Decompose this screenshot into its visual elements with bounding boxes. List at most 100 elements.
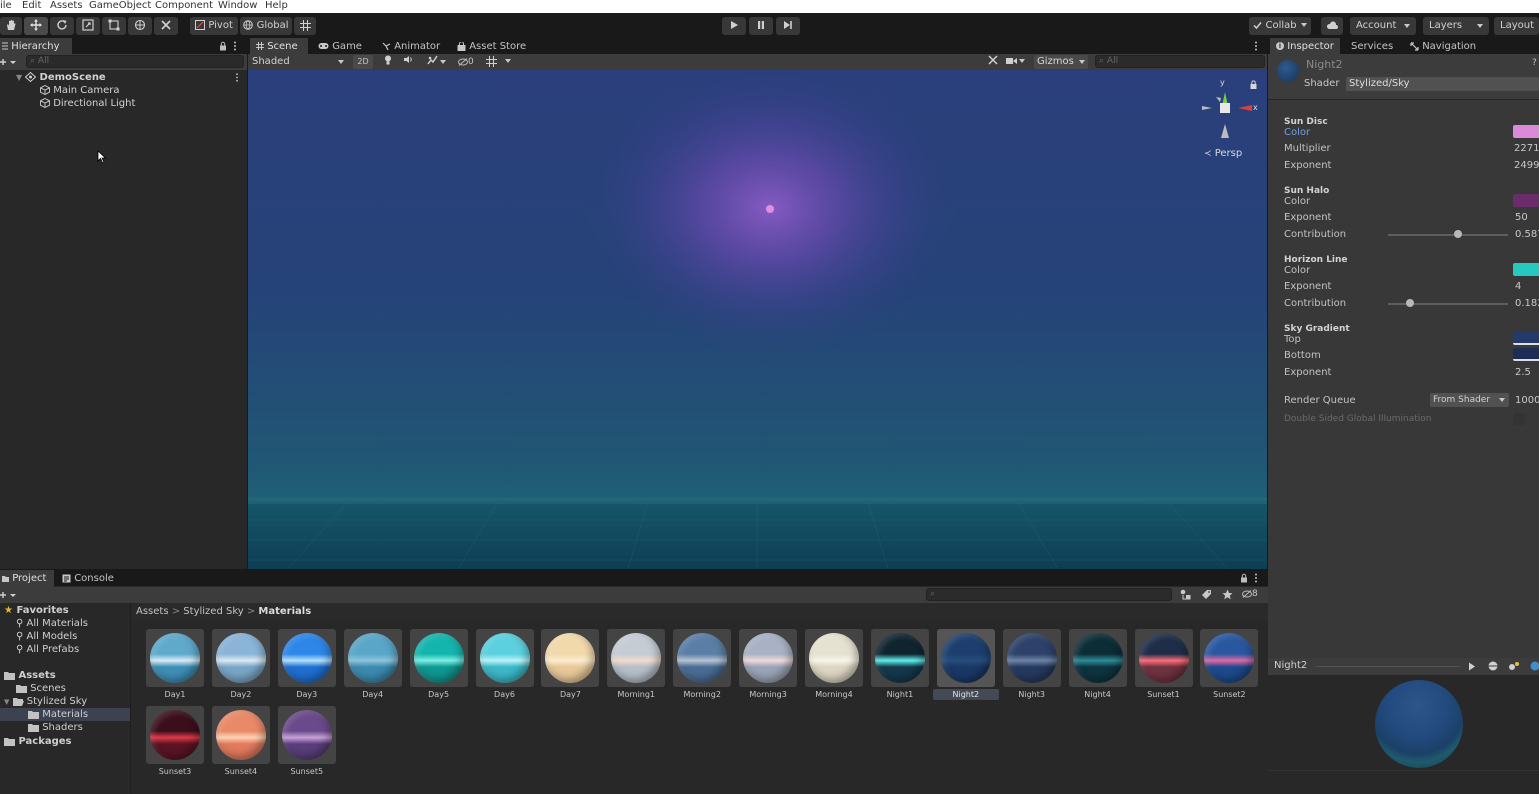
scene-menu-icon[interactable]	[235, 73, 239, 82]
snap-grid-button[interactable]	[294, 17, 316, 35]
collab-dropdown[interactable]: Collab	[1249, 17, 1311, 35]
sun-halo-contribution-slider[interactable]	[1388, 234, 1508, 236]
scale-tool-button[interactable]	[76, 17, 100, 35]
tab-animator[interactable]: Animator	[382, 38, 452, 55]
hidden-packages-toggle[interactable]: 8	[1242, 589, 1258, 599]
scene-row[interactable]: ▼ DemoScene	[16, 71, 106, 84]
sky-gradient-top-swatch[interactable]	[1513, 332, 1539, 345]
horizon-line-contribution-knob[interactable]	[1405, 299, 1414, 307]
pause-button[interactable]	[749, 17, 773, 35]
add-dropdown-icon[interactable]	[0, 590, 16, 600]
tab-console[interactable]: Console	[62, 570, 122, 587]
tab-asset-store[interactable]: Asset Store	[457, 38, 537, 55]
camera-settings-dropdown[interactable]	[1006, 55, 1032, 69]
2d-toggle[interactable]: 2D	[353, 55, 373, 69]
move-tool-button[interactable]	[24, 17, 48, 35]
breadcrumb-materials[interactable]: Materials	[258, 606, 311, 617]
material-asset[interactable]: Sunset3	[142, 706, 208, 778]
material-asset[interactable]: Morning1	[603, 629, 669, 701]
expand-arrow-icon[interactable]: ▼	[16, 73, 22, 82]
material-asset[interactable]: Night1	[867, 629, 933, 701]
effects-dropdown[interactable]	[422, 55, 450, 69]
horizon-line-exponent-field[interactable]: 4	[1515, 280, 1521, 294]
packages-folder[interactable]: Packages	[4, 735, 72, 748]
material-asset[interactable]: Day1	[142, 629, 208, 701]
folder-shaders[interactable]: Shaders	[28, 721, 83, 734]
step-button[interactable]	[776, 17, 800, 35]
lock-icon[interactable]	[1250, 80, 1257, 89]
layers-dropdown[interactable]: Layers	[1423, 17, 1489, 35]
pivot-toggle[interactable]: Pivot	[190, 17, 238, 35]
hierarchy-search-input[interactable]: ⌕ All	[26, 55, 244, 68]
lock-icon[interactable]	[219, 41, 227, 51]
material-asset[interactable]: Night2	[932, 629, 999, 701]
material-asset[interactable]: Morning4	[801, 629, 867, 701]
favorites-header[interactable]: ★ Favorites	[4, 604, 69, 617]
light-settings-icon[interactable]	[1508, 661, 1520, 671]
preview-resize-handle[interactable]	[1316, 666, 1460, 667]
kebab-menu-icon[interactable]	[1254, 573, 1258, 583]
sun-halo-contribution-knob[interactable]	[1454, 230, 1463, 238]
lighting-toggle[interactable]	[379, 55, 397, 69]
tab-project[interactable]: Project	[0, 570, 54, 587]
menu-assets[interactable]: Assets	[50, 0, 83, 12]
sun-halo-contribution-field[interactable]: 0.587	[1515, 228, 1539, 242]
global-toggle[interactable]: Global	[240, 17, 292, 35]
layout-dropdown[interactable]: Layout	[1494, 17, 1539, 35]
rotate-tool-button[interactable]	[50, 17, 74, 35]
background-toggle-icon[interactable]	[1530, 661, 1539, 671]
material-asset[interactable]: Sunset2	[1196, 629, 1262, 701]
project-search-input[interactable]: ⌕	[926, 588, 1172, 601]
audio-toggle[interactable]	[400, 55, 418, 69]
kebab-menu-icon[interactable]	[1254, 41, 1258, 51]
sun-halo-color-swatch[interactable]	[1513, 194, 1539, 207]
play-button[interactable]	[722, 17, 746, 35]
menu-help[interactable]: Help	[265, 0, 288, 12]
menu-edit[interactable]: Edit	[22, 0, 41, 12]
material-asset[interactable]: Day7	[537, 629, 603, 701]
hand-tool-button[interactable]	[0, 17, 22, 35]
perspective-label[interactable]: ≺ Persp	[1204, 148, 1242, 159]
double-sided-gi-checkbox[interactable]	[1513, 413, 1525, 425]
expand-arrow-icon[interactable]: ▼	[4, 698, 9, 706]
menu-window[interactable]: Window	[218, 0, 257, 12]
grid-visibility-dropdown[interactable]	[486, 55, 516, 69]
tab-navigation[interactable]: Navigation	[1410, 38, 1490, 55]
custom-tool-button[interactable]	[154, 17, 178, 35]
tab-scene[interactable]: Scene	[250, 38, 308, 55]
horizon-line-contribution-field[interactable]: 0.182	[1515, 297, 1539, 311]
help-icon[interactable]: ?	[1532, 58, 1538, 68]
scene-viewport[interactable]: y x ≺ Persp	[248, 70, 1267, 569]
shader-dropdown[interactable]: Stylized/Sky	[1346, 77, 1539, 91]
hierarchy-item-directional-light[interactable]: Directional Light	[40, 97, 135, 110]
tab-services[interactable]: Services	[1351, 38, 1401, 55]
cloud-button[interactable]	[1321, 17, 1343, 35]
breadcrumb-assets[interactable]: Assets	[136, 606, 169, 617]
horizon-line-color-swatch[interactable]	[1513, 263, 1539, 276]
material-asset[interactable]: Night4	[1065, 629, 1131, 701]
material-asset[interactable]: Sunset1	[1131, 629, 1197, 701]
shading-mode-dropdown[interactable]: Shaded	[250, 55, 348, 69]
menu-component[interactable]: Component	[155, 0, 213, 12]
material-asset[interactable]: Day2	[208, 629, 274, 701]
folder-scenes[interactable]: Scenes	[16, 682, 66, 695]
label-tag-icon[interactable]	[1201, 589, 1212, 600]
sky-gradient-bottom-swatch[interactable]	[1513, 348, 1539, 361]
sun-halo-exponent-field[interactable]: 50	[1515, 211, 1528, 225]
folder-stylized-sky[interactable]: ▼ Stylized Sky	[4, 695, 87, 708]
folder-materials[interactable]: Materials	[0, 708, 130, 721]
hidden-objects-toggle[interactable]: 0	[458, 55, 482, 69]
add-dropdown-icon[interactable]	[0, 57, 16, 67]
assets-folder[interactable]: Assets	[4, 669, 56, 682]
favorites-item-all-materials[interactable]: ⚲ All Materials	[16, 617, 88, 630]
favorites-item-all-prefabs[interactable]: ⚲ All Prefabs	[16, 643, 79, 656]
sun-disc-exponent-field[interactable]: 2499	[1514, 159, 1539, 173]
sun-disc-multiplier-field[interactable]: 2271.	[1514, 142, 1539, 156]
material-asset[interactable]: Day5	[406, 629, 472, 701]
kebab-menu-icon[interactable]	[233, 41, 237, 51]
menu-gameobject[interactable]: GameObject	[89, 0, 151, 12]
hierarchy-item-main-camera[interactable]: Main Camera	[40, 84, 119, 97]
orientation-gizmo[interactable]: y x	[1198, 78, 1258, 150]
rect-tool-button[interactable]	[102, 17, 126, 35]
gizmos-dropdown[interactable]: Gizmos	[1034, 55, 1088, 69]
